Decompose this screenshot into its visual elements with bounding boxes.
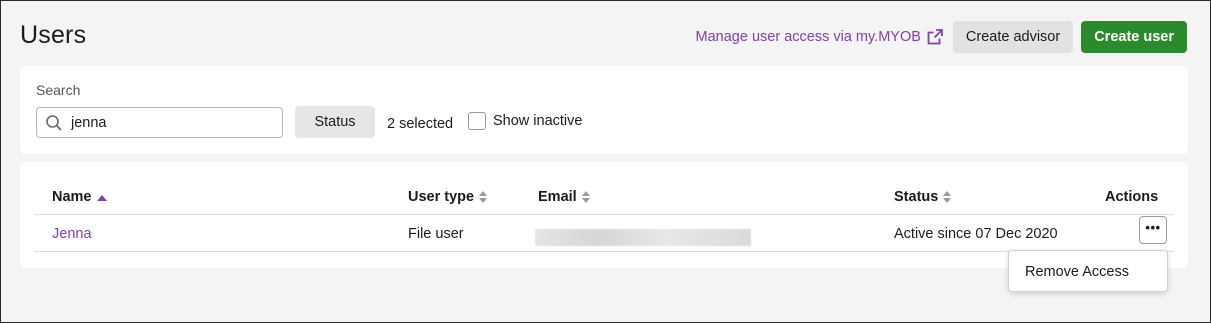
column-header-user-type-label: User type [408, 189, 475, 205]
search-icon [46, 114, 62, 131]
column-header-status-label: Status [894, 189, 939, 205]
create-user-button[interactable]: Create user [1081, 21, 1187, 53]
manage-user-access-label: Manage user access via my.MYOB [695, 29, 921, 45]
search-field[interactable] [36, 107, 283, 138]
column-header-actions-label: Actions [1105, 189, 1159, 205]
show-inactive-checkbox[interactable] [468, 112, 486, 130]
more-icon: ••• [1145, 220, 1161, 235]
table-row-status: Active since 07 Dec 2020 [894, 226, 1058, 242]
sort-ascending-icon [96, 194, 107, 201]
header-divider [34, 214, 1174, 215]
row-actions-button[interactable]: ••• [1139, 216, 1167, 244]
email-redacted [535, 229, 751, 246]
header-actions: Manage user access via my.MYOB Create ad… [696, 21, 1187, 53]
search-label: Search [36, 82, 81, 98]
app-window: Users Manage user access via my.MYOB Cre… [0, 0, 1211, 323]
search-input[interactable] [71, 114, 271, 131]
user-name-link[interactable]: Jenna [52, 226, 92, 242]
row-divider [34, 251, 1174, 252]
column-header-user-type[interactable]: User type [408, 189, 488, 205]
external-link-icon [927, 29, 943, 45]
sort-icon [479, 191, 488, 203]
page-title: Users [20, 21, 87, 49]
filter-panel: Search Status 2 selected Show inactive [20, 66, 1188, 154]
column-header-email[interactable]: Email [538, 189, 590, 205]
row-actions-menu: Remove Access [1008, 250, 1168, 292]
column-header-email-label: Email [538, 189, 577, 205]
remove-access-menu-item[interactable]: Remove Access [1025, 264, 1129, 280]
column-header-name[interactable]: Name [52, 189, 107, 205]
manage-user-access-link[interactable]: Manage user access via my.MYOB [696, 29, 943, 45]
table-row-user-type: File user [408, 226, 464, 242]
sort-icon [943, 191, 952, 203]
create-advisor-button[interactable]: Create advisor [952, 21, 1074, 53]
column-header-name-label: Name [52, 189, 92, 205]
table-row-name-cell[interactable]: Jenna [52, 226, 92, 242]
show-inactive-toggle[interactable]: Show inactive [468, 112, 582, 130]
sort-icon [581, 191, 590, 203]
column-header-status[interactable]: Status [894, 189, 952, 205]
show-inactive-label: Show inactive [493, 113, 583, 129]
status-filter-button[interactable]: Status [295, 106, 375, 138]
column-header-actions: Actions [1105, 189, 1158, 205]
status-selected-count: 2 selected [387, 116, 454, 132]
